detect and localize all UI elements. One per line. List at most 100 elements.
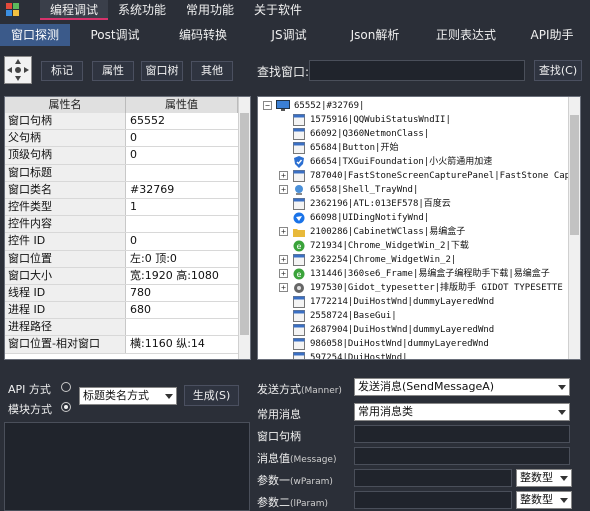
window-icon [293, 198, 305, 210]
menu-debug[interactable]: 编程调试 [40, 0, 109, 20]
tab-regex[interactable]: 正则表达式 [418, 24, 514, 46]
property-row[interactable]: 控件 ID 0 [5, 233, 250, 251]
menu-about[interactable]: 关于软件 [244, 0, 312, 20]
generate-button[interactable]: 生成(S) [184, 385, 239, 406]
tree-item[interactable]: 2687904|DuiHostWnd|dummyLayeredWnd [258, 323, 568, 337]
browser-icon: e [293, 240, 305, 252]
chevron-down-icon [560, 498, 568, 503]
search-input[interactable] [309, 60, 525, 81]
tree-item[interactable]: +65658|Shell_TrayWnd| [258, 183, 568, 197]
property-name: 父句柄 [5, 130, 126, 147]
expand-icon[interactable]: + [279, 283, 288, 292]
property-value[interactable]: 680 [126, 302, 250, 318]
collapse-icon[interactable]: − [263, 101, 272, 110]
tree-scrollbar-thumb[interactable] [570, 115, 579, 235]
menu-common[interactable]: 常用功能 [176, 0, 244, 20]
code-output-area[interactable] [4, 422, 250, 511]
other-button[interactable]: 其他 [191, 61, 233, 81]
wparam-type-select[interactable]: 整数型 [516, 469, 572, 487]
expand-icon[interactable]: + [279, 227, 288, 236]
tab-window-probe[interactable]: 窗口探测 [0, 24, 70, 46]
property-row[interactable]: 窗口标题 [5, 164, 250, 182]
property-rows: 窗口句柄 65552 父句柄 0 顶级句柄 0 窗口标题 窗口类名 #32769 控件类型 1 控件内… [5, 113, 250, 354]
tree-item[interactable]: 65684|Button|开始 [258, 141, 568, 155]
property-value[interactable]: 1 [126, 199, 250, 215]
property-row[interactable]: 父句柄 0 [5, 130, 250, 148]
expand-icon[interactable]: + [279, 171, 288, 180]
property-value[interactable]: 0 [126, 233, 250, 249]
lparam-input[interactable] [354, 491, 512, 509]
module-mode-label: 模块方式 [8, 403, 52, 416]
expand-icon[interactable]: + [279, 255, 288, 264]
mode-select-value: 标题类名方式 [83, 389, 149, 402]
property-row[interactable]: 窗口类名 #32769 [5, 181, 250, 199]
expand-icon[interactable]: + [279, 185, 288, 194]
property-row[interactable]: 窗口位置-相对窗口 横:1160 纵:14 [5, 336, 250, 354]
tree-item[interactable]: 66654|TXGuiFoundation|小火箭通用加速 [258, 155, 568, 169]
tree-item[interactable]: +2362254|Chrome_WidgetWin_2| [258, 253, 568, 267]
tree-item[interactable]: +197530|Gidot_typesetter|排版助手 GIDOT TYPE… [258, 281, 568, 295]
property-row[interactable]: 线程 ID 780 [5, 284, 250, 303]
api-mode-radio[interactable] [61, 382, 71, 392]
browser-icon: e [293, 268, 305, 280]
menu-system[interactable]: 系统功能 [108, 0, 176, 20]
tree-item[interactable]: 597254|DuiHostWnd| [258, 351, 568, 359]
property-row[interactable]: 窗口大小 宽:1920 高:1080 [5, 267, 250, 285]
mark-button[interactable]: 标记 [41, 61, 83, 81]
property-value[interactable]: 宽:1920 高:1080 [126, 268, 250, 284]
module-mode-radio[interactable] [61, 402, 71, 412]
tree-item[interactable]: 986058|DuiHostWnd|dummyLayeredWnd [258, 337, 568, 351]
tree-item[interactable]: + e 131446|360se6_Frame|易编盒子编程助手下载|易编盒子 [258, 267, 568, 281]
handle-input[interactable] [354, 425, 570, 443]
send-mode-select[interactable]: 发送消息(SendMessageA) [354, 378, 570, 396]
property-row[interactable]: 顶级句柄 0 [5, 147, 250, 165]
tree-item[interactable]: e 721934|Chrome_WidgetWin_2|下载 [258, 239, 568, 253]
tab-json[interactable]: Json解析 [332, 24, 418, 46]
tab-post-debug[interactable]: Post调试 [70, 24, 160, 46]
tree-item[interactable]: 2558724|BaseGui| [258, 309, 568, 323]
property-value[interactable]: #32769 [126, 182, 250, 198]
lparam-type-select[interactable]: 整数型 [516, 491, 572, 509]
tree-item[interactable]: 2362196|ATL:013EF578|百度云 [258, 197, 568, 211]
props-button[interactable]: 属性 [92, 61, 134, 81]
tree-item[interactable]: +2100286|CabinetWClass|易编盒子 [258, 225, 568, 239]
common-msg-value: 常用消息类 [358, 405, 413, 418]
property-row[interactable]: 控件内容 [5, 216, 250, 234]
tree-item[interactable]: +787040|FastStoneScreenCapturePanel|Fast… [258, 169, 570, 183]
property-value[interactable] [126, 165, 250, 181]
property-value[interactable]: 横:1160 纵:14 [126, 336, 250, 352]
property-value[interactable]: 0 [126, 147, 250, 163]
property-value[interactable] [126, 216, 250, 232]
tree-item[interactable]: 1772214|DuiHostWnd|dummyLayeredWnd [258, 295, 568, 309]
tree-root[interactable]: − 65552|#32769| [258, 99, 568, 113]
tab-js-debug[interactable]: JS调试 [246, 24, 332, 46]
property-value[interactable] [126, 319, 250, 335]
property-row[interactable]: 窗口位置 左:0 顶:0 [5, 250, 250, 268]
window-tree-button[interactable]: 窗口树 [141, 61, 183, 81]
property-scrollbar[interactable] [238, 97, 250, 359]
tab-api-helper[interactable]: API助手 [514, 24, 590, 46]
tree-item[interactable]: 66092|Q360NetmonClass| [258, 127, 568, 141]
property-value[interactable]: 65552 [126, 113, 250, 129]
tree-item[interactable]: 1575916|QQWubiStatusWndII| [258, 113, 568, 127]
tree-item[interactable]: 66098|UIDingNotifyWnd| [258, 211, 568, 225]
drag-finder-icon[interactable] [4, 56, 32, 84]
mode-select[interactable]: 标题类名方式 [79, 387, 177, 405]
desktop-icon [276, 100, 290, 112]
tab-encoding[interactable]: 编码转换 [160, 24, 246, 46]
property-row[interactable]: 窗口句柄 65552 [5, 113, 250, 131]
wparam-input[interactable] [354, 469, 512, 487]
common-msg-select[interactable]: 常用消息类 [354, 403, 570, 421]
property-scrollbar-thumb[interactable] [240, 113, 249, 335]
expand-icon[interactable]: + [279, 269, 288, 278]
search-button[interactable]: 查找(C) [534, 60, 582, 81]
message-input[interactable] [354, 447, 570, 465]
property-value[interactable]: 780 [126, 285, 250, 301]
property-value[interactable]: 0 [126, 130, 250, 146]
tree-scrollbar[interactable] [568, 97, 580, 359]
property-value[interactable]: 左:0 顶:0 [126, 251, 250, 267]
property-row[interactable]: 进程 ID 680 [5, 302, 250, 320]
property-row[interactable]: 控件类型 1 [5, 198, 250, 217]
tree-label: 2558724|BaseGui| [310, 311, 397, 321]
property-row[interactable]: 进程路径 [5, 319, 250, 337]
